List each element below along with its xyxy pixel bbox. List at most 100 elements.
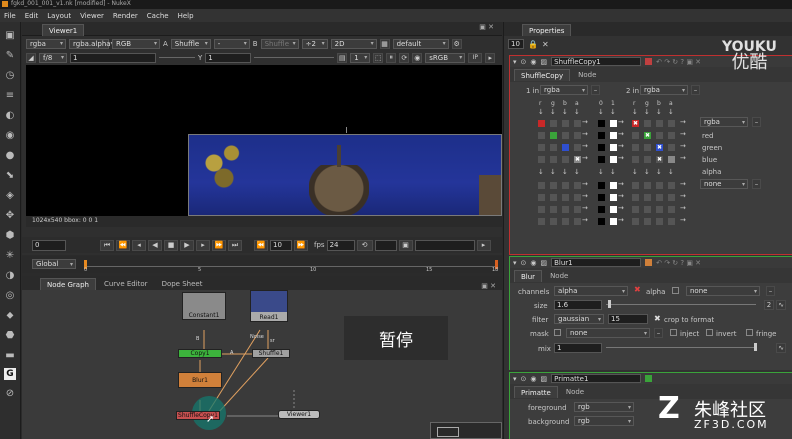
- display-select[interactable]: RGB: [112, 38, 160, 49]
- lut-select[interactable]: default: [392, 38, 449, 49]
- matrix-cell[interactable]: [550, 144, 557, 151]
- node-icon[interactable]: ⊙: [521, 375, 527, 383]
- inject-checkbox[interactable]: [670, 329, 677, 336]
- proxy-select[interactable]: 1: [350, 52, 371, 63]
- undo-icon[interactable]: ↶ ↷ ↻ ? ▣ ✕: [656, 259, 701, 267]
- prev-frame-icon[interactable]: ◂: [132, 239, 146, 251]
- last-frame-icon[interactable]: ⏭: [228, 239, 242, 251]
- in-point-field[interactable]: [374, 239, 397, 251]
- clear-panels-icon[interactable]: ✕: [542, 40, 549, 49]
- matrix-cell[interactable]: [632, 132, 639, 139]
- mode-select[interactable]: 2D: [330, 38, 377, 49]
- image-tools-icon[interactable]: ▣: [3, 28, 17, 42]
- matrix-cell[interactable]: [574, 144, 581, 151]
- matrix-cell[interactable]: [562, 206, 569, 213]
- mask-checkbox[interactable]: [554, 329, 561, 336]
- matrix-cell[interactable]: [550, 120, 557, 127]
- filter-tools-icon[interactable]: ◉: [3, 128, 17, 142]
- layer-tools-icon[interactable]: ◈: [3, 188, 17, 202]
- tab-dope-sheet[interactable]: Dope Sheet: [156, 278, 209, 290]
- matrix-cell[interactable]: [668, 218, 675, 225]
- menu-layout[interactable]: Layout: [47, 12, 71, 20]
- matrix-cell[interactable]: [574, 120, 581, 127]
- matrix-cell[interactable]: [574, 182, 581, 189]
- matrix-cell[interactable]: [562, 156, 569, 163]
- node-color-icon[interactable]: [645, 58, 653, 65]
- matrix-cell[interactable]: [644, 194, 651, 201]
- render-icon[interactable]: ▤: [337, 52, 348, 63]
- matrix-cell[interactable]: [668, 156, 675, 163]
- tab-node-graph[interactable]: Node Graph: [40, 278, 96, 290]
- gain-slider[interactable]: [159, 57, 195, 58]
- matrix-cell[interactable]: [644, 206, 651, 213]
- node-constant1[interactable]: Constant1: [182, 292, 226, 320]
- size-slider-handle[interactable]: [608, 300, 611, 308]
- color-icon[interactable]: ▨: [541, 58, 548, 66]
- matrix-cell[interactable]: [610, 194, 617, 201]
- 3d-tools-icon[interactable]: ⬢: [3, 228, 17, 242]
- timeline-options-icon[interactable]: ▸: [476, 239, 491, 251]
- viewer-icon[interactable]: ◉: [530, 58, 536, 66]
- node-icon[interactable]: ⊙: [521, 259, 527, 267]
- a-op-select[interactable]: -: [213, 38, 250, 49]
- out2-select[interactable]: none: [700, 179, 748, 189]
- matrix-cell[interactable]: [598, 194, 605, 201]
- matrix-cell[interactable]: [668, 182, 675, 189]
- matrix-cell[interactable]: [668, 132, 675, 139]
- matrix-cell[interactable]: [538, 120, 545, 127]
- menu-file[interactable]: File: [4, 12, 16, 20]
- other-tools-icon[interactable]: ▬: [3, 348, 17, 362]
- node-shuffle1[interactable]: Shuffle1: [252, 349, 290, 358]
- matrix-cell[interactable]: [610, 218, 617, 225]
- matrix-cell[interactable]: [668, 120, 675, 127]
- matrix-cell[interactable]: [644, 182, 651, 189]
- furnace-tools-icon[interactable]: ⊘: [3, 386, 17, 400]
- lut-icon[interactable]: ▦: [379, 38, 390, 49]
- viewer-icon[interactable]: ◉: [530, 259, 536, 267]
- stop-icon[interactable]: ■: [164, 239, 178, 251]
- blur-channels2-select[interactable]: none: [686, 286, 760, 296]
- roi-icon[interactable]: ⬚: [373, 52, 384, 63]
- settings-icon[interactable]: ⚙: [451, 38, 462, 49]
- step-back-icon[interactable]: ⏪: [254, 239, 268, 251]
- shuffle-matrix[interactable]: r g b a 0 1 r g b a ↓ ↓ ↓ ↓ ↓ ↓ ↓ ↓ ↓ ↓ ✖ → → → ✖ → → → ✖ → → → ✖ ✖ → → → → → →…: [538, 100, 708, 230]
- channels-select[interactable]: rgba: [26, 38, 66, 49]
- tab-primatte-node[interactable]: Node: [560, 386, 590, 398]
- node-icon[interactable]: ⊙: [521, 58, 527, 66]
- toolsets-icon[interactable]: ⬣: [3, 328, 17, 342]
- viewer-canvas[interactable]: [26, 65, 502, 216]
- matrix-cell[interactable]: [550, 156, 557, 163]
- mix-curve-icon[interactable]: ∿: [776, 343, 786, 353]
- max-panels-field[interactable]: 10: [508, 39, 524, 49]
- matrix-cell[interactable]: [550, 132, 557, 139]
- step-field[interactable]: 10: [270, 239, 292, 251]
- matrix-cell[interactable]: [550, 206, 557, 213]
- menu-edit[interactable]: Edit: [25, 12, 39, 20]
- matrix-cell[interactable]: [656, 132, 663, 139]
- in2-select[interactable]: rgba: [640, 85, 688, 95]
- out-minus-button[interactable]: –: [752, 117, 761, 127]
- size-field[interactable]: 1.6: [554, 300, 602, 310]
- prev-key-icon[interactable]: ⏪: [116, 239, 130, 251]
- menu-cache[interactable]: Cache: [147, 12, 169, 20]
- matrix-cell[interactable]: [562, 132, 569, 139]
- quality-field[interactable]: 15: [608, 314, 648, 324]
- matrix-cell[interactable]: [610, 182, 617, 189]
- float-pane-icon[interactable]: ▣ ✕: [479, 23, 494, 31]
- matrix-cell[interactable]: [656, 120, 663, 127]
- gain-field[interactable]: 1: [70, 52, 156, 63]
- matrix-cell[interactable]: [538, 218, 545, 225]
- tab-viewer1[interactable]: Viewer1: [42, 24, 85, 36]
- matrix-cell[interactable]: [644, 120, 651, 127]
- float-pane-icon[interactable]: ▣ ✕: [481, 282, 496, 290]
- matrix-cell[interactable]: [668, 144, 675, 151]
- matrix-cell[interactable]: ✖: [632, 120, 639, 127]
- matrix-cell[interactable]: ✖: [574, 156, 581, 163]
- matrix-cell[interactable]: [632, 156, 639, 163]
- node-viewer1[interactable]: Viewer1: [278, 410, 320, 419]
- keyer-tools-icon[interactable]: ●: [3, 148, 17, 162]
- alpha-checkbox[interactable]: ✖: [634, 286, 642, 294]
- loop-icon[interactable]: ⟲: [356, 239, 373, 251]
- in1-minus-button[interactable]: –: [591, 85, 600, 95]
- size-split-button[interactable]: 2: [764, 300, 774, 310]
